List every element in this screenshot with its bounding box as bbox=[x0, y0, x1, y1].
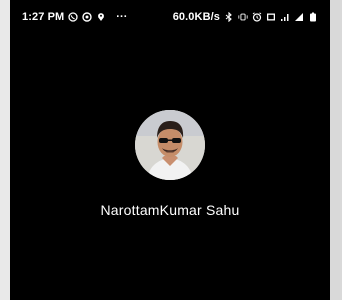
contact-name: NarottamKumar Sahu bbox=[100, 202, 240, 218]
status-time: 1:27 PM bbox=[22, 11, 65, 23]
vibrate-icon bbox=[238, 12, 248, 22]
alarm-icon bbox=[252, 12, 262, 22]
contact-avatar[interactable] bbox=[135, 110, 205, 180]
network-speed: 60.0KB/s bbox=[172, 11, 220, 23]
status-left: 1:27 PM ··· bbox=[10, 11, 128, 23]
status-bar: 1:27 PM ··· 60.0KB/s bbox=[10, 0, 330, 34]
signal-icon bbox=[294, 12, 304, 22]
battery-icon bbox=[308, 12, 318, 22]
contact-profile: NarottamKumar Sahu bbox=[10, 110, 330, 218]
bluetooth-icon bbox=[224, 12, 234, 22]
location-icon bbox=[96, 12, 106, 22]
edge-gutter bbox=[330, 0, 342, 300]
whatsapp-icon bbox=[68, 12, 78, 22]
more-notifications-icon: ··· bbox=[116, 11, 128, 23]
instagram-icon bbox=[82, 12, 92, 22]
signal-icon bbox=[280, 12, 290, 22]
screen-mirror-icon bbox=[266, 12, 276, 22]
status-right: 60.0KB/s bbox=[173, 11, 330, 23]
call-screen: 1:27 PM ··· 60.0KB/s NarottamKumar Sahu bbox=[10, 0, 330, 300]
